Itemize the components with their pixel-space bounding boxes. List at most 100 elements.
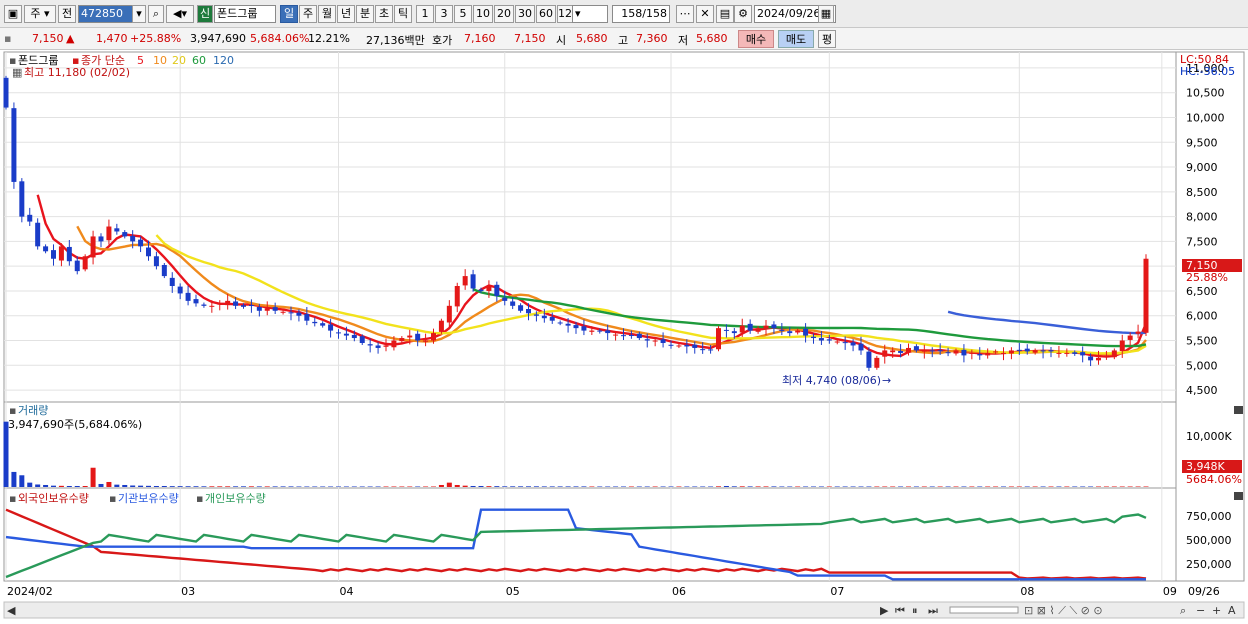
calendar-icon[interactable]: ▦	[818, 5, 834, 23]
period-button-0[interactable]: 일	[280, 5, 298, 23]
period-button-5[interactable]: 초	[375, 5, 393, 23]
candle-body	[130, 235, 136, 242]
volume-bar	[177, 486, 183, 487]
candle-body	[209, 305, 215, 307]
period-button-6[interactable]: 틱	[394, 5, 412, 23]
volume-bar	[98, 483, 104, 487]
candle-body	[470, 274, 476, 289]
candle-body	[533, 314, 539, 316]
eval-button[interactable]: 평	[818, 30, 836, 48]
interval-button-10[interactable]: 10	[473, 5, 493, 23]
candle-body	[296, 312, 302, 316]
x-tick-label: 03	[181, 585, 195, 598]
volume-ratio: 5,684.06%	[250, 32, 310, 45]
candle-body	[1135, 331, 1141, 334]
prev-button[interactable]: 전	[58, 5, 76, 23]
volume-bar	[644, 486, 650, 487]
high-note-icon: ▦	[12, 66, 22, 79]
scroll-left-icon[interactable]: ◀	[7, 604, 16, 617]
layout-icon[interactable]: ▣	[4, 5, 22, 23]
zoom-icon[interactable]: ⌕	[1180, 604, 1186, 617]
search-icon[interactable]: ⌕	[148, 5, 164, 23]
candle-body	[1016, 349, 1022, 351]
volume-panel-close-icon[interactable]	[1234, 406, 1243, 414]
period-button-1[interactable]: 주	[299, 5, 317, 23]
crosshair-icon[interactable]: ✕	[696, 5, 714, 23]
open-price: 5,680	[576, 32, 608, 45]
volume-bar	[431, 486, 436, 487]
zoom-in-icon[interactable]: +	[1212, 604, 1221, 617]
volume-bar	[217, 486, 223, 487]
pause-icon[interactable]: ⏸	[912, 604, 918, 617]
code-dropdown-icon[interactable]: ▾	[132, 5, 146, 23]
volume-tag-text: 3,948K	[1186, 460, 1225, 473]
candle-body	[510, 301, 516, 306]
candle-body	[462, 276, 468, 286]
candle-body	[423, 340, 429, 342]
auto-scale-icon[interactable]: A	[1228, 604, 1236, 617]
period-button-4[interactable]: 분	[356, 5, 374, 23]
candle-body	[90, 236, 96, 258]
interval-button-60[interactable]: 60	[536, 5, 556, 23]
chart-svg[interactable]: 4,5005,0005,5006,0006,5007,0007,5008,000…	[0, 50, 1248, 621]
holding-panel-close-icon[interactable]	[1234, 492, 1243, 500]
candle-body	[1096, 357, 1101, 361]
sell-button[interactable]: 매도	[778, 30, 814, 48]
interval-button-3[interactable]: 3	[435, 5, 453, 23]
volume-bar	[668, 486, 674, 487]
volume-bar	[375, 486, 381, 487]
volume-bar	[66, 485, 72, 487]
scroll-right-icon[interactable]: ▶	[880, 604, 889, 617]
count-field[interactable]: 158/158	[612, 5, 670, 23]
holding-tick-750k: 750,000	[1186, 510, 1232, 523]
volume-bar	[747, 486, 753, 487]
volume-bar	[312, 486, 318, 487]
new-badge: 신	[197, 5, 213, 23]
volume-bar	[1080, 486, 1086, 487]
candle-body	[272, 307, 278, 311]
volume-bar	[304, 486, 310, 487]
volume-bar	[1064, 486, 1070, 487]
first-icon[interactable]: ⏮	[895, 604, 905, 617]
buy-button[interactable]: 매수	[738, 30, 774, 48]
volume-bar	[272, 486, 278, 487]
sound-icon[interactable]: ◀▾	[166, 5, 194, 23]
interval-button-30[interactable]: 30	[515, 5, 535, 23]
volume-bar	[185, 486, 191, 487]
volume-bar	[114, 484, 120, 487]
candle-body	[407, 335, 413, 338]
volume-bar	[320, 486, 326, 487]
candle-body	[763, 325, 769, 329]
ma-period-60: 60	[192, 54, 206, 67]
volume-bar	[858, 486, 864, 487]
volume-bar	[834, 486, 840, 487]
zoom-out-icon[interactable]: −	[1196, 604, 1205, 617]
volume-bar	[953, 486, 959, 487]
candle-body	[803, 328, 809, 336]
interval-button-1[interactable]: 1	[416, 5, 434, 23]
candle-body	[161, 264, 167, 277]
turnover-rate: 12.21%	[308, 32, 350, 45]
save-icon[interactable]: ▤	[716, 5, 734, 23]
link-icon[interactable]: ⋯	[676, 5, 694, 23]
last-icon[interactable]: ⏭	[928, 604, 938, 617]
volume-bar	[1040, 486, 1046, 487]
volume-note: 3,947,690주(5,684.06%)	[8, 418, 142, 431]
drawing-tools-icon[interactable]: ⊡ ⊠ ⌇ ⟋ ⟍ ⊘ ⊙	[1024, 604, 1103, 617]
bid-price: 7,150	[514, 32, 546, 45]
low-note: 최저 4,740 (08/06)	[782, 374, 881, 387]
volume-bar	[106, 481, 112, 487]
period-button-2[interactable]: 월	[318, 5, 336, 23]
interval-button-5[interactable]: 5	[454, 5, 472, 23]
chart-area[interactable]: 4,5005,0005,5006,0006,5007,0007,5008,000…	[0, 50, 1248, 621]
period-select[interactable]: 주 ▾	[24, 5, 56, 23]
interval-button-20[interactable]: 20	[494, 5, 514, 23]
zoom-slider[interactable]	[949, 606, 1019, 614]
candle-body	[1032, 350, 1038, 353]
gear-icon[interactable]: ⚙	[734, 5, 752, 23]
volume-bar	[391, 486, 397, 487]
interval-custom-input[interactable]: ▾	[572, 5, 608, 23]
stock-name-field[interactable]: 폰드그룹	[214, 5, 276, 23]
candle-body	[565, 323, 571, 326]
period-button-3[interactable]: 년	[337, 5, 355, 23]
